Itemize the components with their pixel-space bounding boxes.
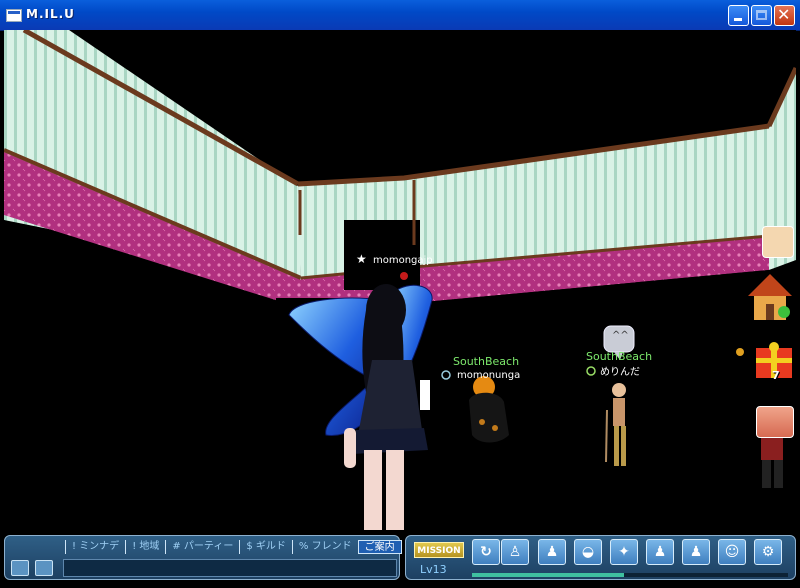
emoticon-icon[interactable] — [35, 560, 53, 576]
level-label: Lv13 — [420, 563, 447, 576]
npc-name: momonunga — [457, 370, 521, 381]
award-icon — [736, 348, 744, 356]
character-icon[interactable]: ♟ — [538, 539, 566, 565]
npc-name: めりんだ — [600, 367, 640, 378]
game-viewport[interactable]: ★ momongajp SouthBeach momonunga SouthBe… — [4, 30, 796, 535]
tab-region[interactable]: ! 地域 — [125, 540, 165, 554]
title-bar[interactable]: M.IL.U ✕ — [0, 0, 800, 31]
inventory-icon[interactable]: ◒ — [574, 539, 602, 565]
party-add-icon[interactable]: ♟ — [646, 539, 674, 565]
close-button[interactable]: ✕ — [774, 5, 795, 26]
player-name: momongajp — [373, 255, 433, 266]
npc-guild: SouthBeach — [586, 350, 653, 363]
close-icon: ✕ — [777, 5, 791, 24]
tab-friend[interactable]: % フレンド — [291, 540, 358, 554]
maximize-button[interactable] — [751, 5, 772, 26]
emote-text: ^^ — [612, 330, 629, 341]
chat-window-icon[interactable] — [11, 560, 29, 576]
xp-fill — [472, 573, 624, 577]
game-window: M.IL.U ✕ ★ momongajp SouthBeach momonung… — [0, 0, 800, 588]
chat-input[interactable] — [63, 559, 397, 577]
room-scene: ★ — [4, 30, 796, 535]
chat-bubble-icon[interactable]: ☺ — [718, 539, 746, 565]
tab-party[interactable]: # パーティー — [165, 540, 239, 554]
minimize-icon — [734, 18, 742, 21]
friends-icon[interactable]: ♟ — [682, 539, 710, 565]
tab-guild[interactable]: $ ギルド — [239, 540, 292, 554]
tab-guide[interactable]: ご案内 — [357, 540, 402, 554]
gift-count: 7 — [772, 369, 780, 382]
chat-panel: ! ミンナデ ! 地域 # パーティー $ ギルド % フレンド ご案内 — [4, 535, 402, 580]
chat-tabs: ! ミンナデ ! 地域 # パーティー $ ギルド % フレンド ご案内 — [65, 540, 402, 554]
stand-icon[interactable]: ♙ — [501, 539, 529, 565]
npc-guild: SouthBeach — [453, 355, 520, 368]
mission-button[interactable]: MISSION — [414, 542, 464, 558]
star-icon: ★ — [356, 252, 367, 266]
handshake-icon[interactable] — [756, 406, 794, 438]
home-icon[interactable] — [746, 272, 794, 324]
app-icon — [6, 9, 22, 22]
maximize-icon — [756, 10, 767, 20]
xp-bar — [472, 573, 788, 577]
character-portrait-icon[interactable] — [762, 226, 794, 258]
tab-all[interactable]: ! ミンナデ — [65, 540, 125, 554]
gear-icon[interactable]: ⚙ — [754, 539, 782, 565]
minimize-button[interactable] — [728, 5, 749, 26]
action-bar: MISSION Lv13 ↻ ♙ ♟ ◒ ✦ ♟ ♟ ☺ ⚙ — [405, 535, 796, 580]
return-icon[interactable]: ↻ — [472, 539, 500, 565]
skill-icon[interactable]: ✦ — [610, 539, 638, 565]
window-title: M.IL.U — [26, 7, 75, 21]
